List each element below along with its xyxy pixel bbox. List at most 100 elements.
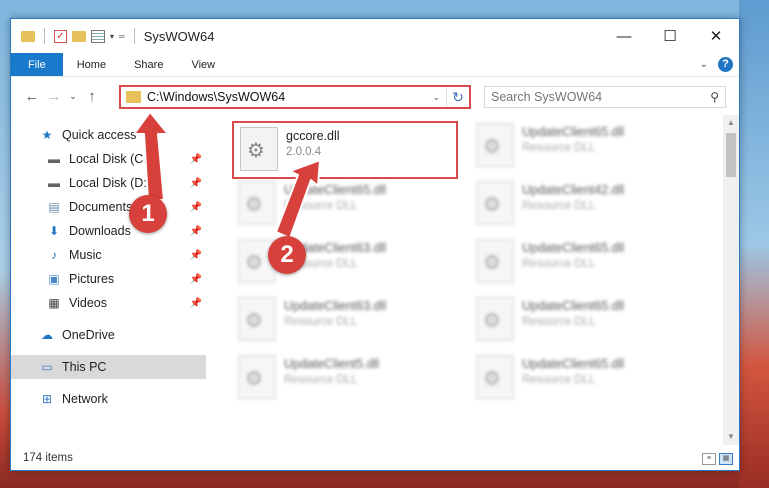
file-name: gccore.dll — [286, 129, 340, 143]
refresh-icon[interactable]: ↻ — [447, 89, 469, 106]
sidebar-item-quick-access[interactable]: ★ Quick access — [11, 123, 206, 147]
chevron-down-icon[interactable]: ⌄ — [426, 87, 447, 107]
sidebar-item-onedrive[interactable]: ☁ OneDrive — [11, 323, 206, 347]
dll-file-icon — [238, 355, 276, 399]
step-1-badge: 1 — [129, 195, 167, 233]
help-icon[interactable]: ? — [718, 57, 733, 72]
expand-ribbon-icon[interactable]: ⌄ — [700, 59, 708, 70]
sidebar-item-label: OneDrive — [62, 328, 115, 342]
list-item[interactable]: UpdateClient65.dll Resource DLL — [470, 351, 700, 407]
file-version: 2.0.0.4 — [286, 146, 322, 158]
vertical-scrollbar[interactable]: ▲ ▼ — [723, 115, 739, 445]
window-title: SysWOW64 — [143, 28, 215, 44]
list-item[interactable]: UpdateClient63.dllResource DLL — [232, 235, 462, 291]
file-name: UpdateClient65.dll — [522, 125, 625, 139]
star-icon: ★ — [41, 128, 53, 142]
dll-file-icon — [240, 127, 278, 171]
tab-share[interactable]: Share — [120, 53, 177, 76]
sidebar-item-downloads[interactable]: ⬇ Downloads 📌 — [11, 219, 206, 243]
list-item[interactable]: UpdateClient65.dll Resource DLL — [232, 177, 462, 233]
chevron-down-icon[interactable]: ▾ — [110, 32, 114, 41]
quick-access-toolbar: ✓ ▾ ═ SysWOW64 — [11, 28, 214, 44]
minimize-button[interactable]: — — [601, 19, 647, 53]
scroll-thumb[interactable] — [726, 133, 736, 177]
list-item[interactable]: UpdateClient65.dll Resource DLL — [470, 119, 700, 175]
navigation-pane: ★ Quick access ▬ Local Disk (C:) 📌 ▬ Loc… — [11, 115, 206, 445]
title-bar: ✓ ▾ ═ SysWOW64 — ☐ ✕ — [11, 19, 739, 53]
close-button[interactable]: ✕ — [693, 19, 739, 53]
recent-locations-icon[interactable]: ⌄ — [65, 91, 81, 102]
tab-view[interactable]: View — [177, 53, 229, 76]
file-description: Resource DLL — [522, 200, 596, 212]
explorer-window: ✓ ▾ ═ SysWOW64 — ☐ ✕ File Home Share Vie… — [10, 18, 740, 471]
pin-icon: 📌 — [189, 201, 202, 213]
properties-icon[interactable] — [91, 29, 105, 43]
file-description: Resource DLL — [284, 374, 358, 386]
sidebar-item-label: Network — [62, 392, 108, 406]
forward-icon[interactable]: → — [43, 88, 65, 105]
sidebar-item-label: Pictures — [69, 272, 115, 286]
up-icon[interactable]: ↑ — [81, 88, 103, 105]
dll-file-icon — [476, 355, 514, 399]
back-icon[interactable]: ← — [21, 88, 43, 105]
folder-icon — [126, 91, 141, 103]
search-icon[interactable]: ⚲ — [710, 90, 719, 104]
scroll-up-icon[interactable]: ▲ — [723, 115, 739, 131]
address-path[interactable]: C:\Windows\SysWOW64 — [147, 90, 426, 104]
list-item[interactable]: UpdateClient5.dll Resource DLL — [232, 351, 462, 407]
sidebar-item-music[interactable]: ♪ Music 📌 — [11, 243, 206, 267]
file-list: gccore.dll 2.0.0.4 UpdateClient65.dll Res… — [226, 115, 726, 445]
scroll-down-icon[interactable]: ▼ — [723, 429, 739, 445]
checkmark-icon[interactable]: ✓ — [54, 29, 67, 43]
list-item[interactable]: UpdateClient65.dll Resource DLL — [470, 235, 700, 291]
sidebar-item-label: Quick access — [62, 128, 137, 142]
file-description: Resource DLL — [522, 258, 596, 270]
dll-file-icon — [476, 123, 514, 167]
pin-icon: 📌 — [189, 297, 202, 309]
file-item-gccore[interactable]: gccore.dll 2.0.0.4 — [232, 121, 458, 179]
desktop-background — [739, 0, 769, 488]
sidebar-item-local-disk-c[interactable]: ▬ Local Disk (C:) 📌 — [11, 147, 206, 171]
details-view-icon[interactable]: ≡ — [702, 453, 716, 465]
sidebar-item-label: This PC — [62, 360, 107, 374]
pin-icon: 📌 — [189, 273, 202, 285]
navigation-bar: ← → ⌄ ↑ C:\Windows\SysWOW64 ⌄ ↻ ⚲ — [11, 77, 739, 115]
search-input[interactable] — [491, 90, 711, 104]
large-icons-view-icon[interactable]: ▦ — [719, 453, 733, 465]
sidebar-item-network[interactable]: ⊞ Network — [11, 387, 206, 411]
videos-icon: ▦ — [48, 296, 60, 310]
network-icon: ⊞ — [41, 392, 53, 406]
step-2-badge: 2 — [268, 236, 306, 274]
file-name: UpdateClient63.dll — [284, 299, 387, 313]
sidebar-item-local-disk-d[interactable]: ▬ Local Disk (D:) 📌 — [11, 171, 206, 195]
file-description: Resource DLL — [522, 374, 596, 386]
list-item[interactable]: UpdateClient63.dllResource DLL — [232, 293, 462, 349]
sidebar-item-documents[interactable]: ▤ Documents 📌 — [11, 195, 206, 219]
documents-icon: ▤ — [48, 200, 60, 214]
new-folder-icon[interactable] — [72, 30, 86, 42]
list-item[interactable]: UpdateClient42.dll Resource DLL — [470, 177, 700, 233]
file-name: UpdateClient65.dll — [522, 299, 625, 313]
sidebar-item-label: Local Disk (D:) — [69, 176, 151, 190]
dll-file-icon — [238, 181, 276, 225]
sidebar-item-label: Local Disk (C:) — [69, 152, 151, 166]
customize-toolbar-icon[interactable]: ═ — [119, 32, 125, 41]
pin-icon: 📌 — [189, 153, 202, 165]
address-bar[interactable]: C:\Windows\SysWOW64 ⌄ ↻ — [119, 85, 471, 109]
sidebar-item-pictures[interactable]: ▣ Pictures 📌 — [11, 267, 206, 291]
list-item[interactable]: UpdateClient65.dll Resource DLL — [470, 293, 700, 349]
file-description: Resource DLL — [522, 142, 596, 154]
sidebar-item-this-pc[interactable]: ▭ This PC — [11, 355, 206, 379]
maximize-button[interactable]: ☐ — [647, 19, 693, 53]
tab-home[interactable]: Home — [63, 53, 120, 76]
sidebar-item-label: Downloads — [69, 224, 131, 238]
pictures-icon: ▣ — [48, 272, 60, 286]
pin-icon: 📌 — [189, 225, 202, 237]
search-box[interactable]: ⚲ — [484, 86, 726, 108]
file-name: UpdateClient42.dll — [522, 183, 625, 197]
sidebar-item-videos[interactable]: ▦ Videos 📌 — [11, 291, 206, 315]
file-name: UpdateClient65.dll — [284, 183, 387, 197]
tab-file[interactable]: File — [11, 53, 63, 76]
music-icon: ♪ — [51, 248, 57, 262]
window-controls: — ☐ ✕ — [601, 19, 739, 53]
